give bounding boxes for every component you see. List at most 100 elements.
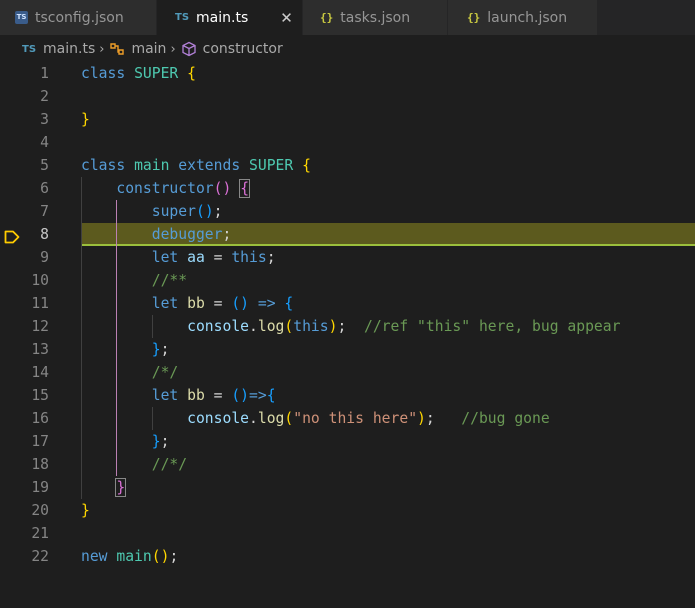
code-text: //*/ xyxy=(81,453,187,476)
code-line[interactable]: 15 let bb = ()=>{ xyxy=(0,384,695,407)
method-symbol-icon xyxy=(181,41,197,57)
code-line[interactable]: 1 class SUPER { xyxy=(0,62,695,85)
code-text: } xyxy=(81,476,127,499)
tab-launch-json[interactable]: {} launch.json xyxy=(448,0,598,35)
breadcrumb: TS main.ts › main › constructor xyxy=(0,35,695,63)
tab-label: tasks.json xyxy=(340,9,411,26)
code-token: "no this here" xyxy=(293,410,418,427)
code-token: bb xyxy=(187,387,205,404)
tab-label: launch.json xyxy=(487,9,568,26)
code-token: //bug gone xyxy=(461,410,550,427)
code-token: ; xyxy=(169,548,179,565)
indent-guide xyxy=(116,200,118,476)
code-token: () xyxy=(231,387,250,404)
code-token: log xyxy=(257,318,285,335)
code-token: //ref "this" here, bug appear xyxy=(364,318,621,335)
code-text: class main extends SUPER { xyxy=(81,154,311,177)
line-number: 6 xyxy=(40,180,49,197)
code-line[interactable]: 12 console.log(this); //ref "this" here,… xyxy=(0,315,695,338)
code-line[interactable]: 8 debugger; xyxy=(0,223,695,246)
code-token: ; xyxy=(266,249,276,266)
line-number: 15 xyxy=(31,387,49,404)
line-number: 12 xyxy=(31,318,49,335)
code-token: => xyxy=(249,387,267,404)
line-number: 14 xyxy=(31,364,49,381)
code-line[interactable]: 11 let bb = () => { xyxy=(0,292,695,315)
breadcrumb-file[interactable]: TS main.ts xyxy=(22,41,95,57)
code-token: } xyxy=(115,478,127,497)
code-line[interactable]: 10 //** xyxy=(0,269,695,292)
code-token: ( xyxy=(213,180,223,197)
tab-main-ts[interactable]: TS main.ts ✕ xyxy=(157,0,303,35)
code-token: ( xyxy=(195,203,205,220)
code-line[interactable]: 20} xyxy=(0,499,695,522)
code-text: /*/ xyxy=(81,361,179,384)
code-token: ; xyxy=(222,226,232,243)
code-token: //** xyxy=(151,272,188,289)
code-line[interactable]: 3} xyxy=(0,108,695,131)
code-line[interactable]: 22 new main(); xyxy=(0,545,695,568)
line-number: 13 xyxy=(31,341,49,358)
line-number: 7 xyxy=(40,203,49,220)
line-number: 3 xyxy=(40,111,49,128)
breadcrumb-method[interactable]: constructor xyxy=(181,41,283,57)
line-number: 19 xyxy=(31,479,49,496)
code-text: let bb = () => { xyxy=(81,292,294,315)
code-line[interactable]: 21 xyxy=(0,522,695,545)
code-token: console xyxy=(187,318,250,335)
breadcrumb-class[interactable]: main xyxy=(109,41,166,57)
code-token: /*/ xyxy=(151,364,179,381)
code-token: ) xyxy=(204,203,214,220)
code-token: ( xyxy=(284,410,294,427)
code-token: this xyxy=(231,249,267,266)
code-line[interactable]: 17 }; xyxy=(0,430,695,453)
tab-tsconfig-json[interactable]: TS tsconfig.json xyxy=(0,0,157,35)
indent-guide xyxy=(151,315,153,338)
json-file-icon: {} xyxy=(467,11,481,24)
code-token: ); xyxy=(328,318,347,335)
code-line[interactable]: 5 class main extends SUPER { xyxy=(0,154,695,177)
code-token: bb xyxy=(187,295,205,312)
line-number: 4 xyxy=(40,134,49,151)
line-number: 21 xyxy=(31,525,49,542)
code-line[interactable]: 14 /*/ xyxy=(0,361,695,384)
line-number: 20 xyxy=(31,502,49,519)
code-line[interactable]: 18 //*/ xyxy=(0,453,695,476)
code-token: aa xyxy=(187,249,205,266)
tab-label: main.ts xyxy=(196,9,249,26)
close-icon[interactable]: ✕ xyxy=(280,9,293,27)
code-editor[interactable]: 1 class SUPER {2 3} 4 5 class main extends SU… xyxy=(0,62,695,608)
code-line[interactable]: 6 constructor() { xyxy=(0,177,695,200)
chevron-right-icon: › xyxy=(99,41,105,57)
tab-tasks-json[interactable]: {} tasks.json xyxy=(303,0,448,35)
code-line[interactable]: 4 xyxy=(0,131,695,154)
code-line[interactable]: 16 console.log("no this here"); //bug go… xyxy=(0,407,695,430)
code-token: let xyxy=(151,249,179,266)
code-token: debugger xyxy=(151,226,223,243)
code-line[interactable]: 2 xyxy=(0,85,695,108)
code-line[interactable]: 7 super(); xyxy=(0,200,695,223)
line-number: 16 xyxy=(31,410,49,427)
code-text: }; xyxy=(81,338,170,361)
code-token: class xyxy=(81,157,126,174)
code-token: = xyxy=(204,387,232,404)
code-line[interactable]: 19 } xyxy=(0,476,695,499)
code-token: //*/ xyxy=(151,456,188,473)
code-token: let xyxy=(151,295,179,312)
code-line[interactable]: 13 }; xyxy=(0,338,695,361)
code-text: super(); xyxy=(81,200,223,223)
line-number: 5 xyxy=(40,157,49,174)
code-token: { xyxy=(239,179,251,198)
code-line[interactable]: 9 let aa = this; xyxy=(0,246,695,269)
code-token: super xyxy=(151,203,196,220)
code-token: extends xyxy=(178,157,241,174)
code-text: let bb = ()=>{ xyxy=(81,384,276,407)
line-number: 22 xyxy=(31,548,49,565)
